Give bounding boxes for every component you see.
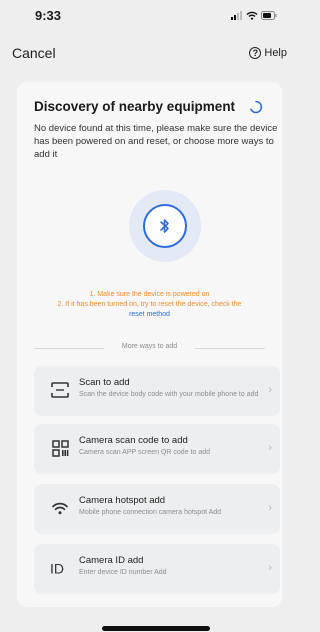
help-button[interactable]: ? Help <box>249 47 289 59</box>
option-title: Camera ID add <box>79 555 144 566</box>
bluetooth-icon <box>160 219 169 233</box>
page-title: Discovery of nearby equipment <box>34 99 236 114</box>
bluetooth-icon-circle <box>143 204 187 248</box>
option-subtitle: Mobile phone connection camera hotspot A… <box>79 509 222 516</box>
option-title: Scan to add <box>79 377 130 388</box>
qr-code-icon <box>49 437 71 459</box>
nav-bar: Cancel ? Help <box>0 40 289 66</box>
hint-power-on: 1. Make sure the device is powered on <box>89 291 210 298</box>
status-time: 9:33 <box>35 7 62 23</box>
id-icon: ID <box>49 557 71 579</box>
chevron-right-icon: › <box>268 502 272 514</box>
battery-icon <box>261 10 277 20</box>
option-subtitle: Scan the device body code with your mobi… <box>79 391 259 398</box>
wifi-status-icon <box>246 11 258 20</box>
loading-spinner-icon <box>250 100 263 114</box>
reset-method-link[interactable]: reset method <box>17 311 282 318</box>
camera-hotspot-option[interactable]: Camera hotspot add Mobile phone connecti… <box>34 484 280 534</box>
discovery-description: No device found at this time, please mak… <box>34 123 278 160</box>
option-title: Camera scan code to add <box>79 435 188 446</box>
cancel-button[interactable]: Cancel <box>12 45 56 61</box>
hint-reset: 2. If it has been turned on, try to rese… <box>57 301 242 308</box>
chevron-right-icon: › <box>268 442 272 454</box>
chevron-right-icon: › <box>268 562 272 574</box>
chevron-right-icon: › <box>268 384 272 396</box>
divider-right <box>195 348 265 349</box>
camera-id-option[interactable]: ID Camera ID add Enter device ID number … <box>34 544 280 594</box>
discovery-card: Discovery of nearby equipment No device … <box>17 82 282 607</box>
camera-scan-code-option[interactable]: Camera scan code to add Camera scan APP … <box>34 424 280 474</box>
option-subtitle: Camera scan APP screen QR code to add <box>79 449 210 456</box>
help-label: Help <box>264 47 287 59</box>
wifi-icon <box>49 497 71 519</box>
status-bar: 9:33 <box>0 0 289 30</box>
signal-icon <box>231 10 242 20</box>
bluetooth-indicator <box>129 190 201 262</box>
status-icons <box>231 10 277 20</box>
help-icon: ? <box>249 47 262 59</box>
scan-icon <box>49 379 71 401</box>
option-title: Camera hotspot add <box>79 495 166 506</box>
scan-to-add-option[interactable]: Scan to add Scan the device body code wi… <box>34 366 280 416</box>
home-indicator <box>102 626 210 631</box>
option-subtitle: Enter device ID number Add <box>79 569 167 576</box>
svg-text:ID: ID <box>50 561 64 575</box>
